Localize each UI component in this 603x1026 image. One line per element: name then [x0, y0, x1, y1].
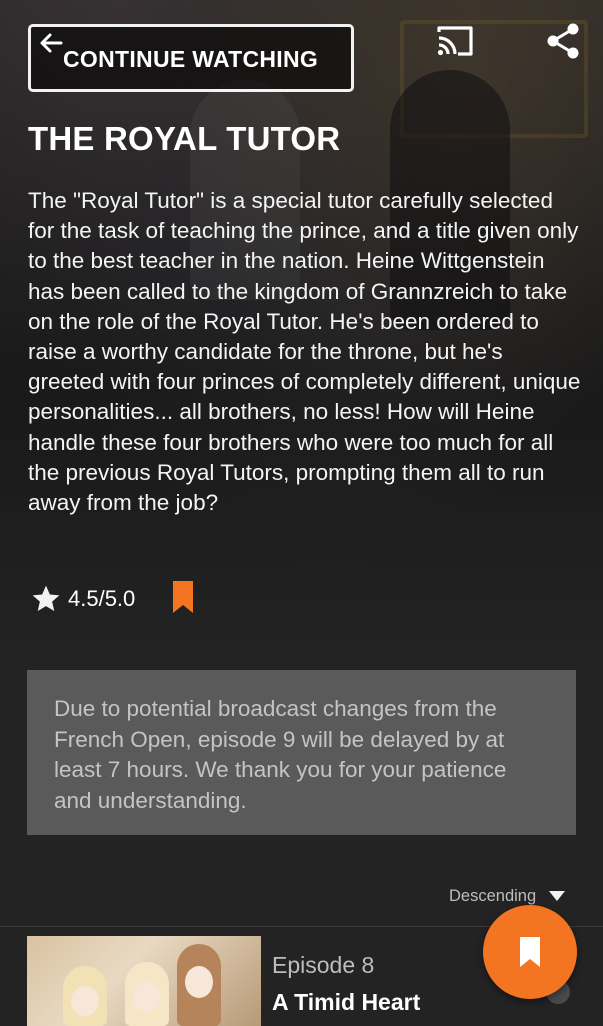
- continue-watching-label: CONTINUE WATCHING: [63, 46, 319, 72]
- bookmark-icon[interactable]: [172, 580, 194, 614]
- show-description: The "Royal Tutor" is a special tutor car…: [28, 188, 581, 516]
- show-title: THE ROYAL TUTOR: [28, 120, 341, 157]
- thumbnail-face: [185, 966, 213, 998]
- episode-thumbnail[interactable]: [27, 936, 261, 1026]
- episode-title: A Timid Heart: [272, 989, 421, 1015]
- rating: 4.5/5.0: [30, 582, 135, 616]
- thumbnail-face: [133, 982, 161, 1012]
- share-icon[interactable]: [546, 22, 580, 60]
- star-icon: [32, 585, 60, 611]
- episode-number: Episode 8: [272, 952, 375, 978]
- caret-down-icon: [549, 891, 566, 901]
- sort-label: Descending: [449, 886, 537, 905]
- broadcast-notice: Due to potential broadcast changes from …: [27, 670, 576, 835]
- sort-dropdown[interactable]: Descending: [449, 884, 566, 908]
- arrow-back-icon: [40, 33, 63, 53]
- notice-text: Due to potential broadcast changes from …: [54, 696, 507, 813]
- cast-icon[interactable]: [436, 24, 474, 58]
- bookmark-fab-button[interactable]: [483, 905, 577, 999]
- bookmark-icon: [520, 937, 540, 967]
- continue-watching-button[interactable]: CONTINUE WATCHING: [28, 24, 354, 92]
- rating-value: 4.5/5.0: [68, 586, 136, 611]
- thumbnail-face: [71, 986, 99, 1016]
